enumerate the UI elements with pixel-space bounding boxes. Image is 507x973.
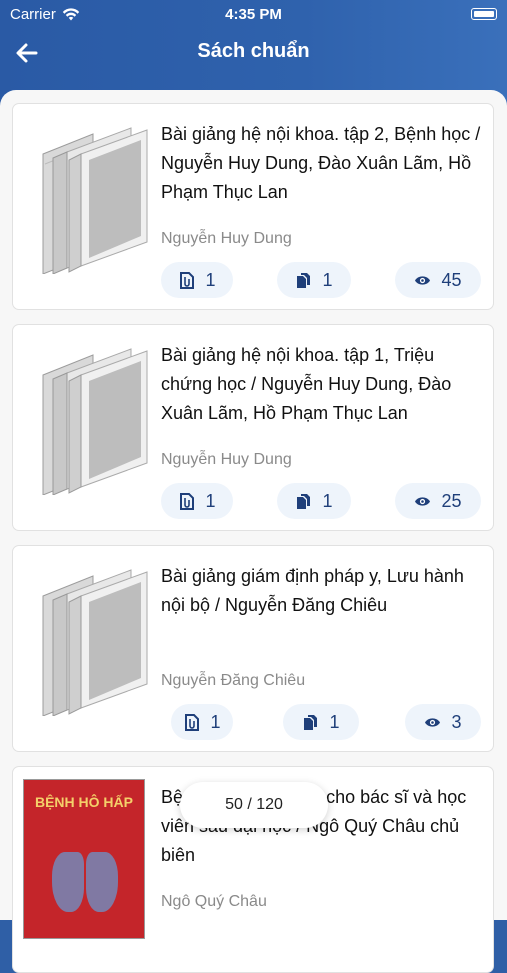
lung-illustration-right <box>86 852 118 912</box>
page-title: Sách chuẩn <box>197 40 310 62</box>
view-count-value: 45 <box>441 269 462 290</box>
documents-icon <box>297 493 311 509</box>
attachment-count: 1 <box>161 262 233 298</box>
book-author: Nguyễn Đăng Chiêu <box>161 672 306 689</box>
paperclip-file-icon <box>185 713 200 731</box>
book-cover-icon <box>42 127 148 274</box>
book-card[interactable]: Bài giảng giám định pháp y, Lưu hành nội… <box>12 545 494 752</box>
document-count: 1 <box>277 483 351 519</box>
attachment-count: 1 <box>161 483 233 519</box>
book-title: Bài giảng hệ nội khoa. tập 1, Triệu chứn… <box>161 345 452 423</box>
paperclip-file-icon <box>180 492 195 510</box>
document-count-value: 1 <box>322 269 333 290</box>
book-card[interactable]: Bài giảng hệ nội khoa. tập 1, Triệu chứn… <box>12 324 494 531</box>
view-count: 45 <box>395 262 481 298</box>
view-count-value: 25 <box>441 490 462 511</box>
documents-icon <box>297 272 311 288</box>
documents-icon <box>304 714 318 730</box>
book-cover-image: BỆNH HÔ HẤP <box>23 779 145 939</box>
lung-illustration-left <box>52 852 84 912</box>
view-count: 3 <box>405 704 481 740</box>
cover-title: BỆNH HÔ HẤP <box>34 794 133 810</box>
attachment-count: 1 <box>171 704 233 740</box>
view-count-value: 3 <box>451 711 462 732</box>
book-author: Nguyễn Huy Dung <box>161 451 292 468</box>
status-time: 4:35 PM <box>225 6 282 23</box>
book-card[interactable]: Bài giảng hệ nội khoa. tập 2, Bệnh học /… <box>12 103 494 310</box>
battery-icon <box>471 8 497 20</box>
document-count-value: 1 <box>329 711 340 732</box>
book-cover-icon <box>42 348 148 495</box>
document-count: 1 <box>277 262 351 298</box>
book-cover-icon <box>42 569 148 716</box>
document-count: 1 <box>283 704 359 740</box>
book-author: Ngô Quý Châu <box>161 893 267 910</box>
book-title: Bài giảng giám định pháp y, Lưu hành nội… <box>161 566 464 615</box>
book-title: Bài giảng hệ nội khoa. tập 2, Bệnh học /… <box>161 124 481 202</box>
document-count-value: 1 <box>322 490 333 511</box>
page-indicator: 50 / 120 <box>180 782 328 828</box>
view-count: 25 <box>395 483 481 519</box>
attachment-count-value: 1 <box>205 269 216 290</box>
eye-icon <box>415 496 431 506</box>
status-bar: Carrier 4:35 PM <box>0 6 507 24</box>
eye-icon <box>415 275 431 285</box>
attachment-count-value: 1 <box>210 711 221 732</box>
attachment-count-value: 1 <box>205 490 216 511</box>
paperclip-file-icon <box>180 271 195 289</box>
book-author: Nguyễn Huy Dung <box>161 230 292 247</box>
eye-icon <box>425 717 441 727</box>
